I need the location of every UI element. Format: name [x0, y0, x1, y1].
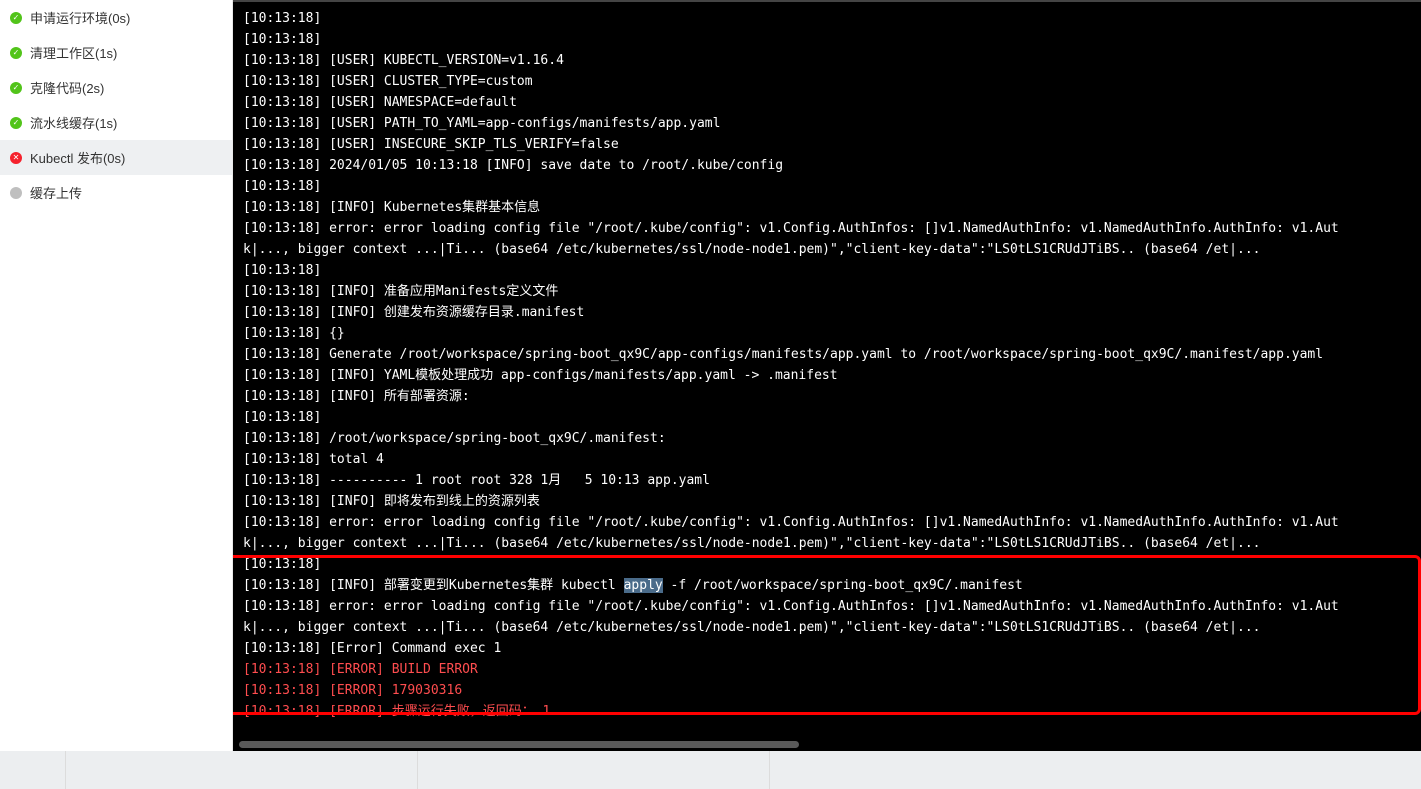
console-panel: [10:13:18][10:13:18][10:13:18] [USER] KU… — [233, 0, 1421, 751]
console-log[interactable]: [10:13:18][10:13:18][10:13:18] [USER] KU… — [233, 2, 1421, 739]
success-icon: ✓ — [10, 117, 22, 129]
footer-bar — [0, 751, 1421, 789]
log-line: [10:13:18] — [243, 407, 1411, 428]
log-line: [10:13:18] ---------- 1 root root 328 1月… — [243, 470, 1411, 491]
log-line: [10:13:18] error: error loading config f… — [243, 512, 1411, 533]
footer-cell — [418, 751, 770, 789]
log-line: [10:13:18] /root/workspace/spring-boot_q… — [243, 428, 1411, 449]
pipeline-step[interactable]: ✓ 流水线缓存(1s) — [0, 105, 232, 140]
log-line: [10:13:18] error: error loading config f… — [243, 596, 1411, 617]
log-line: [10:13:18] [INFO] Kubernetes集群基本信息 — [243, 197, 1411, 218]
log-line: [10:13:18] — [243, 176, 1411, 197]
log-line: [10:13:18] 2024/01/05 10:13:18 [INFO] sa… — [243, 155, 1411, 176]
log-line: [10:13:18] [USER] NAMESPACE=default — [243, 92, 1411, 113]
pipeline-step[interactable]: ✓ 克隆代码(2s) — [0, 70, 232, 105]
log-line: [10:13:18] — [243, 554, 1411, 575]
pipeline-step-label: Kubectl 发布(0s) — [30, 148, 125, 167]
pipeline-step-label: 克隆代码(2s) — [30, 78, 104, 97]
log-line: [10:13:18] Generate /root/workspace/spri… — [243, 344, 1411, 365]
footer-cell — [66, 751, 418, 789]
main-row: ✓ 申请运行环境(0s) ✓ 清理工作区(1s) ✓ 克隆代码(2s) ✓ 流水线缓存(1s)… — [0, 0, 1421, 751]
log-line: [10:13:18] [INFO] 部署变更到Kubernetes集群 kube… — [243, 575, 1411, 596]
log-line: [10:13:18] — [243, 29, 1411, 50]
footer-cell — [0, 751, 66, 789]
log-line: k|..., bigger context ...|Ti... (base64 … — [243, 533, 1411, 554]
log-line: [10:13:18] [USER] INSECURE_SKIP_TLS_VERI… — [243, 134, 1411, 155]
log-line: [10:13:18] — [243, 260, 1411, 281]
log-line: [10:13:18] [ERROR] 步骤运行失败，返回码： 1 — [243, 701, 1411, 722]
log-line: [10:13:18] [INFO] 准备应用Manifests定义文件 — [243, 281, 1411, 302]
log-line: [10:13:18] [INFO] YAML模板处理成功 app-configs… — [243, 365, 1411, 386]
pipeline-step[interactable]: ✓ 申请运行环境(0s) — [0, 0, 232, 35]
horizontal-scrollbar[interactable] — [233, 739, 1421, 751]
pipeline-step-label: 申请运行环境(0s) — [30, 8, 130, 27]
log-line: [10:13:18] error: error loading config f… — [243, 218, 1411, 239]
pipeline-step-label: 清理工作区(1s) — [30, 43, 117, 62]
horizontal-scrollbar-thumb[interactable] — [239, 741, 799, 748]
log-line: [10:13:18] — [243, 8, 1411, 29]
log-line: [10:13:18] [USER] KUBECTL_VERSION=v1.16.… — [243, 50, 1411, 71]
pipeline-step[interactable]: ✕ Kubectl 发布(0s) — [0, 140, 232, 175]
log-line: [10:13:18] [USER] CLUSTER_TYPE=custom — [243, 71, 1411, 92]
log-line: [10:13:18] [ERROR] BUILD ERROR — [243, 659, 1411, 680]
selected-text: apply — [624, 578, 663, 593]
error-icon: ✕ — [10, 152, 22, 164]
log-line: k|..., bigger context ...|Ti... (base64 … — [243, 239, 1411, 260]
log-text: -f /root/workspace/spring-boot_qx9C/.man… — [663, 578, 1023, 593]
log-line: [10:13:18] [USER] PATH_TO_YAML=app-confi… — [243, 113, 1411, 134]
success-icon: ✓ — [10, 12, 22, 24]
log-line: [10:13:18] [Error] Command exec 1 — [243, 638, 1411, 659]
log-line: [10:13:18] total 4 — [243, 449, 1411, 470]
success-icon: ✓ — [10, 82, 22, 94]
pipeline-step[interactable]: ✓ 清理工作区(1s) — [0, 35, 232, 70]
log-line: [10:13:18] {} — [243, 323, 1411, 344]
log-text: [10:13:18] [INFO] 部署变更到Kubernetes集群 kube… — [243, 578, 624, 593]
pipeline-step-label: 流水线缓存(1s) — [30, 113, 117, 132]
log-line: [10:13:18] [ERROR] 179030316 — [243, 680, 1411, 701]
success-icon: ✓ — [10, 47, 22, 59]
log-line: k|..., bigger context ...|Ti... (base64 … — [243, 617, 1411, 638]
pipeline-step-label: 缓存上传 — [30, 183, 82, 202]
footer-cell — [770, 751, 1421, 789]
log-line: [10:13:18] [INFO] 即将发布到线上的资源列表 — [243, 491, 1411, 512]
log-line: [10:13:18] [INFO] 创建发布资源缓存目录.manifest — [243, 302, 1411, 323]
pipeline-steps-sidebar: ✓ 申请运行环境(0s) ✓ 清理工作区(1s) ✓ 克隆代码(2s) ✓ 流水线缓存(1s)… — [0, 0, 233, 751]
pipeline-step[interactable]: 缓存上传 — [0, 175, 232, 210]
log-line: [10:13:18] [INFO] 所有部署资源: — [243, 386, 1411, 407]
pending-icon — [10, 187, 22, 199]
